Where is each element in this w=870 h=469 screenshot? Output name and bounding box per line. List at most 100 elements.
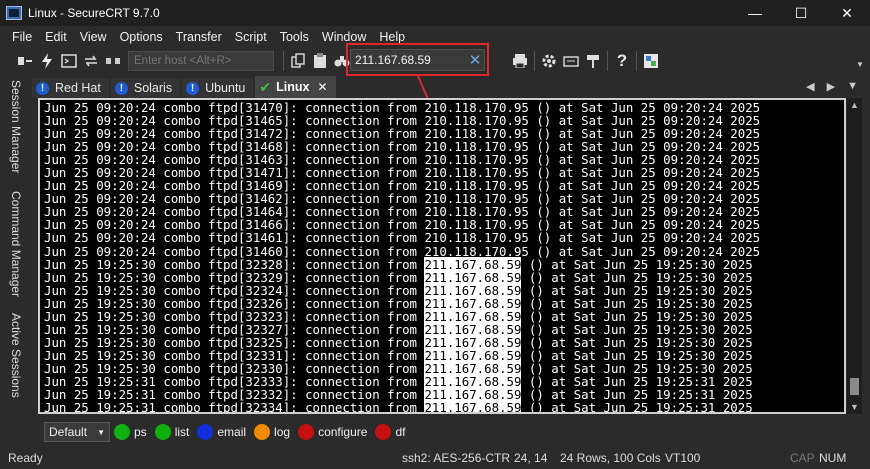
find-value[interactable]: 211.167.68.59 xyxy=(351,53,466,67)
command-button-email[interactable]: email xyxy=(197,424,246,440)
warning-icon: ! xyxy=(186,81,200,95)
terminal-line-text: () at Sat Jun 25 19:25:31 2025 xyxy=(521,400,753,414)
status-bar: Ready ssh2: AES-256-CTR 24, 14 24 Rows, … xyxy=(0,447,870,469)
menu-help[interactable]: Help xyxy=(379,30,405,44)
search-match-highlight: 211.167.68.59 xyxy=(424,400,522,414)
clear-find-icon[interactable]: ✕ xyxy=(466,51,484,69)
tab-label: Ubuntu xyxy=(205,81,246,95)
button-bar: Default ▼ ps list email log configure df xyxy=(0,420,870,444)
menu-script[interactable]: Script xyxy=(235,30,267,44)
status-num-lock: NUM xyxy=(819,451,847,465)
command-button-label: email xyxy=(217,425,247,439)
warning-icon: ! xyxy=(36,81,49,95)
session-manager-tab[interactable]: Session Manager xyxy=(9,80,23,173)
command-button-label: configure xyxy=(318,425,368,439)
session-options-gear-icon[interactable] xyxy=(538,50,560,72)
toolbar-separator xyxy=(636,51,637,71)
check-icon: ✔ xyxy=(259,78,272,95)
command-button-label: ps xyxy=(134,425,147,439)
menu-transfer[interactable]: Transfer xyxy=(176,30,222,44)
status-caps-lock: CAP xyxy=(790,451,815,465)
terminal-line: Jun 25 09:20:24 combo ftpd[31461]: conne… xyxy=(44,230,761,246)
scroll-down-icon[interactable]: ▼ xyxy=(847,400,862,414)
minimize-button[interactable]: — xyxy=(732,0,778,26)
tab-linux[interactable]: ✔ Linux ✕ xyxy=(255,76,336,98)
session-tab-bar: ! Red Hat ! Solaris ! Ubuntu ✔ Linux ✕ xyxy=(32,76,870,98)
menu-window[interactable]: Window xyxy=(322,30,366,44)
menu-file[interactable]: File xyxy=(12,30,32,44)
print-icon[interactable] xyxy=(509,50,531,72)
close-window-button[interactable]: ✕ xyxy=(824,0,870,26)
terminal-output: Jun 25 09:20:24 combo ftpd[31470]: conne… xyxy=(44,101,761,414)
status-dot-icon xyxy=(154,424,171,440)
terminal-line: Jun 25 19:25:31 combo ftpd[32334]: conne… xyxy=(44,400,760,414)
tab-navigation: ◀ ▶ ▼ xyxy=(794,80,858,93)
terminal-scrollbar[interactable]: ▲ ▼ xyxy=(847,98,862,414)
command-button-list[interactable]: list xyxy=(154,424,190,440)
command-button-log[interactable]: log xyxy=(254,424,290,440)
connect-in-tab-icon[interactable] xyxy=(58,50,80,72)
menu-edit[interactable]: Edit xyxy=(45,30,67,44)
command-button-label: list xyxy=(174,425,190,439)
reconnect-icon[interactable] xyxy=(80,50,102,72)
window-controls: — ☐ ✕ xyxy=(732,0,870,26)
menu-tools[interactable]: Tools xyxy=(280,30,309,44)
quick-connect-icon[interactable] xyxy=(36,50,58,72)
host-input[interactable] xyxy=(128,51,274,71)
command-manager-tab[interactable]: Command Manager xyxy=(9,191,23,297)
status-dot-icon xyxy=(298,424,315,440)
status-dot-icon xyxy=(375,424,392,440)
keymap-icon[interactable] xyxy=(560,50,582,72)
active-sessions-tab[interactable]: Active Sessions xyxy=(9,313,23,398)
tab-solaris[interactable]: ! Solaris xyxy=(110,78,181,98)
command-button-configure[interactable]: configure xyxy=(298,424,367,440)
tab-ubuntu[interactable]: ! Ubuntu xyxy=(182,78,254,98)
terminal-window[interactable]: Jun 25 09:20:24 combo ftpd[31470]: conne… xyxy=(38,98,846,414)
warning-icon: ! xyxy=(114,81,128,95)
disconnect-icon[interactable] xyxy=(102,50,124,72)
terminal-line-text: Jun 25 19:25:31 combo ftpd[32334]: conne… xyxy=(44,400,425,414)
tab-scroll-right-icon[interactable]: ▶ xyxy=(827,80,835,93)
keygen-key-icon[interactable] xyxy=(582,50,604,72)
find-field[interactable]: 211.167.68.59 ✕ xyxy=(350,49,485,71)
command-button-label: df xyxy=(395,425,406,439)
tab-label: Red Hat xyxy=(55,81,101,95)
scroll-up-icon[interactable]: ▲ xyxy=(847,98,862,112)
window-title: Linux - SecureCRT 9.7.0 xyxy=(28,6,160,20)
status-terminal-type: VT100 xyxy=(665,451,701,465)
tab-red-hat[interactable]: ! Red Hat xyxy=(32,78,109,98)
close-tab-icon[interactable]: ✕ xyxy=(317,80,327,94)
title-bar: Linux - SecureCRT 9.7.0 — ☐ ✕ xyxy=(0,0,870,26)
tab-list-icon[interactable]: ▼ xyxy=(847,80,858,93)
toolbar-separator xyxy=(534,51,535,71)
securecrt-app-icon[interactable] xyxy=(6,6,22,20)
command-button-df[interactable]: df xyxy=(375,424,405,440)
toolbar-separator xyxy=(607,51,608,71)
status-dot-icon xyxy=(254,424,271,440)
maximize-button[interactable]: ☐ xyxy=(778,0,824,26)
side-panel: Session Manager Command Manager Active S… xyxy=(0,75,30,450)
tab-label: Solaris xyxy=(133,81,173,95)
connect-icon[interactable] xyxy=(14,50,36,72)
status-dot-icon xyxy=(114,424,130,440)
help-question-icon[interactable]: ? xyxy=(611,50,633,72)
menu-view[interactable]: View xyxy=(80,30,107,44)
toolbar-overflow-icon[interactable]: ▼ xyxy=(856,60,864,69)
status-cursor-position: 24, 14 xyxy=(514,451,548,465)
status-ready: Ready xyxy=(8,451,43,465)
command-buttons: ps list email log configure df xyxy=(114,424,413,440)
status-terminal-size: 24 Rows, 100 Cols xyxy=(560,451,661,465)
sftp-icon[interactable] xyxy=(640,50,662,72)
toolbar-separator xyxy=(283,51,284,71)
copy-icon[interactable] xyxy=(287,50,309,72)
paste-icon[interactable] xyxy=(309,50,331,72)
chevron-down-icon: ▼ xyxy=(97,427,105,437)
scrollbar-thumb[interactable] xyxy=(850,378,859,395)
command-button-ps[interactable]: ps xyxy=(114,424,147,440)
tab-label: Linux xyxy=(276,80,310,94)
tab-scroll-left-icon[interactable]: ◀ xyxy=(806,80,814,93)
menu-options[interactable]: Options xyxy=(120,30,163,44)
button-bar-selector[interactable]: Default ▼ xyxy=(44,422,110,442)
status-dot-icon xyxy=(197,424,214,440)
status-cipher: ssh2: AES-256-CTR xyxy=(402,451,511,465)
